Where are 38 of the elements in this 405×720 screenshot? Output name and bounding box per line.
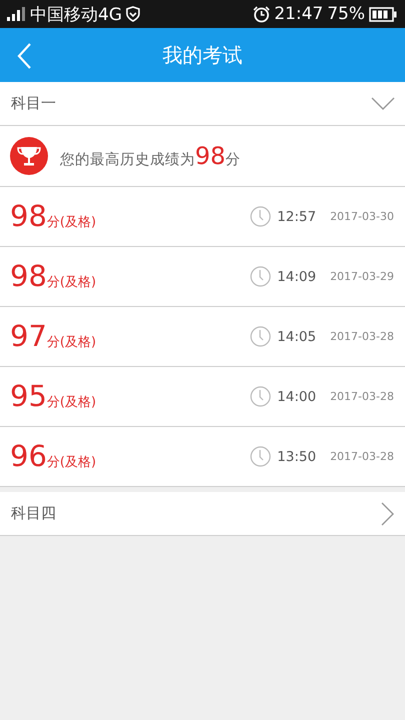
- score: 95: [10, 382, 47, 411]
- exam-time: 13:50: [277, 448, 316, 464]
- clock-icon: [250, 266, 272, 287]
- clock-icon: [250, 386, 272, 407]
- score: 98: [10, 262, 47, 291]
- exam-time: 12:57: [277, 208, 316, 224]
- score: 96: [10, 442, 47, 471]
- battery-icon: [369, 6, 397, 22]
- shield-icon: [126, 6, 140, 22]
- exam-time: 14:05: [277, 328, 316, 344]
- signal-icon: [6, 6, 26, 22]
- clock-icon: [250, 326, 272, 347]
- clock-icon: [250, 446, 272, 467]
- back-icon: [16, 42, 32, 70]
- score-result: 分(及格): [46, 454, 96, 470]
- clock-time: 21:47: [274, 4, 324, 24]
- exam-date: 2017-03-28: [330, 390, 394, 403]
- carrier-text: 中国移动4G: [30, 4, 122, 26]
- battery-percent: 75%: [327, 4, 365, 24]
- score: 98: [10, 202, 47, 231]
- page-title: 我的考试: [162, 42, 242, 68]
- alarm-icon: [253, 6, 270, 22]
- subject-header[interactable]: 科目四: [0, 492, 405, 536]
- clock-icon: [250, 206, 272, 227]
- score-result: 分(及格): [46, 334, 96, 350]
- exam-date: 2017-03-28: [330, 450, 394, 463]
- score-result: 分(及格): [46, 394, 96, 410]
- best-score-text: 您的最高历史成绩为 98分: [60, 142, 241, 170]
- exam-date: 2017-03-29: [330, 270, 394, 283]
- exam-date: 2017-03-28: [330, 330, 394, 343]
- score-result: 分(及格): [46, 214, 96, 230]
- score-result: 分(及格): [46, 274, 96, 290]
- subject-header[interactable]: 科目一: [0, 82, 405, 126]
- trophy-icon: [10, 137, 48, 175]
- exam-time: 14:09: [277, 268, 316, 284]
- exam-date: 2017-03-30: [330, 210, 394, 223]
- score: 97: [10, 322, 47, 351]
- exam-time: 14:00: [277, 388, 316, 404]
